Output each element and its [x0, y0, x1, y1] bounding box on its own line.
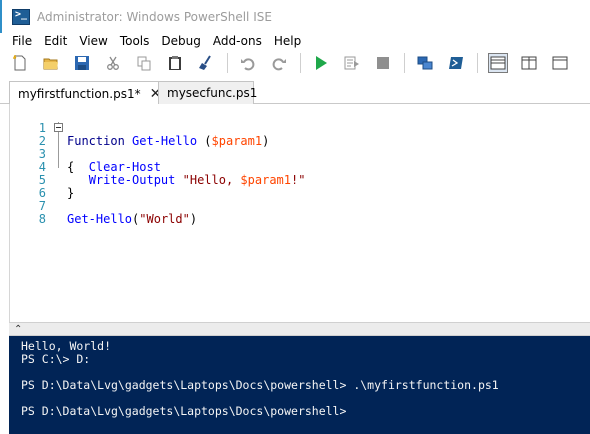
- powershell-icon: [449, 57, 463, 69]
- cut-button[interactable]: [103, 53, 123, 73]
- code-line-8: 8: [10, 200, 590, 226]
- layout-top-icon: [490, 56, 506, 70]
- new-file-icon: [13, 55, 26, 71]
- tab-label: myfirstfunction.ps1*: [18, 86, 141, 101]
- window-title: Administrator: Windows PowerShell ISE: [37, 9, 272, 24]
- code-line-1: 1 Function Get-Hello ($param1): [10, 109, 590, 148]
- show-script-max-button[interactable]: [550, 53, 570, 73]
- toolbar-separator: [477, 53, 478, 73]
- tab-myfirstfunction[interactable]: myfirstfunction.ps1* ✕: [9, 81, 161, 105]
- powershell-app-icon: [12, 8, 30, 25]
- open-button[interactable]: [41, 53, 61, 73]
- toolbar-separator: [300, 53, 301, 73]
- undo-icon: [241, 58, 255, 71]
- save-button[interactable]: [72, 53, 92, 73]
- show-script-right-button[interactable]: [519, 53, 539, 73]
- layout-right-icon: [521, 56, 537, 70]
- folder-icon: [43, 58, 58, 70]
- broom-icon: [199, 55, 211, 70]
- menu-help[interactable]: Help: [268, 33, 307, 49]
- menu-debug[interactable]: Debug: [155, 33, 206, 49]
- collapse-pane-icon[interactable]: ⌃: [14, 325, 22, 335]
- tab-mysecfunc[interactable]: mysecfunc.ps1: [158, 81, 258, 104]
- toolbar: [0, 49, 590, 77]
- run-selection-button[interactable]: [342, 53, 362, 73]
- menu-add-ons[interactable]: Add-ons: [207, 33, 268, 49]
- title-bar[interactable]: Administrator: Windows PowerShell ISE: [0, 0, 590, 33]
- redo-icon: [272, 58, 286, 71]
- copy-button[interactable]: [134, 53, 154, 73]
- code-line-6: 6: [10, 174, 590, 200]
- code-token: ): [189, 212, 198, 226]
- new-remote-tab-button[interactable]: [415, 53, 435, 73]
- stop-icon: [377, 57, 389, 69]
- toolbar-separator: [227, 53, 228, 73]
- code-line-7: 7 Get-Hello("World"): [10, 187, 590, 226]
- menu-bar: File Edit View Tools Debug Add-ons Help: [0, 33, 590, 49]
- play-icon: [316, 56, 327, 70]
- console-line: PS D:\Data\Lvg\gadgets\Laptops\Docs\powe…: [21, 404, 347, 418]
- show-script-top-button[interactable]: [488, 53, 508, 73]
- code-token: Get-Hello: [67, 212, 133, 226]
- pane-splitter[interactable]: ⌃: [9, 322, 590, 336]
- copy-icon: [137, 56, 151, 71]
- line-number: 8: [38, 212, 46, 226]
- menu-file[interactable]: File: [0, 33, 38, 49]
- code-line-5: 5 }: [10, 161, 590, 200]
- menu-tools[interactable]: Tools: [114, 33, 156, 49]
- run-selection-icon: [344, 56, 359, 70]
- remote-icon: [417, 56, 433, 70]
- floppy-icon: [75, 56, 89, 70]
- toolbar-separator: [404, 53, 405, 73]
- paste-button[interactable]: [165, 53, 185, 73]
- start-powershell-button[interactable]: [446, 53, 466, 73]
- menu-edit[interactable]: Edit: [38, 33, 73, 49]
- code-line-2: 2 {: [10, 122, 590, 174]
- scissors-icon: [107, 56, 119, 70]
- window-accent: [0, 0, 2, 33]
- code-line-3: 3 Clear-Host: [10, 135, 590, 174]
- script-tab-strip: myfirstfunction.ps1* ✕ mysecfunc.ps1: [0, 77, 590, 105]
- code-line-4: 4 Write-Output "Hello, $param1!": [10, 148, 590, 187]
- undo-button[interactable]: [238, 53, 258, 73]
- new-script-button[interactable]: [10, 53, 30, 73]
- stop-button[interactable]: [373, 53, 393, 73]
- menu-view[interactable]: View: [73, 33, 113, 49]
- console-line: PS C:\> D:: [21, 352, 91, 366]
- console-pane[interactable]: Hello, World! PS C:\> D: PS D:\Data\Lvg\…: [9, 336, 590, 434]
- clear-console-button[interactable]: [196, 53, 216, 73]
- code-token: "World": [139, 212, 190, 226]
- console-line: PS D:\Data\Lvg\gadgets\Laptops\Docs\powe…: [21, 378, 499, 392]
- fold-collapse-icon[interactable]: [54, 123, 63, 132]
- script-editor[interactable]: 1 Function Get-Hello ($param1) 2 { 3 Cle…: [9, 104, 590, 322]
- redo-button[interactable]: [269, 53, 289, 73]
- clipboard-icon: [169, 56, 181, 70]
- layout-max-icon: [552, 56, 568, 70]
- tab-label: mysecfunc.ps1: [167, 86, 258, 100]
- run-script-button[interactable]: [311, 53, 331, 73]
- code-text: Get-Hello("World"): [67, 213, 197, 226]
